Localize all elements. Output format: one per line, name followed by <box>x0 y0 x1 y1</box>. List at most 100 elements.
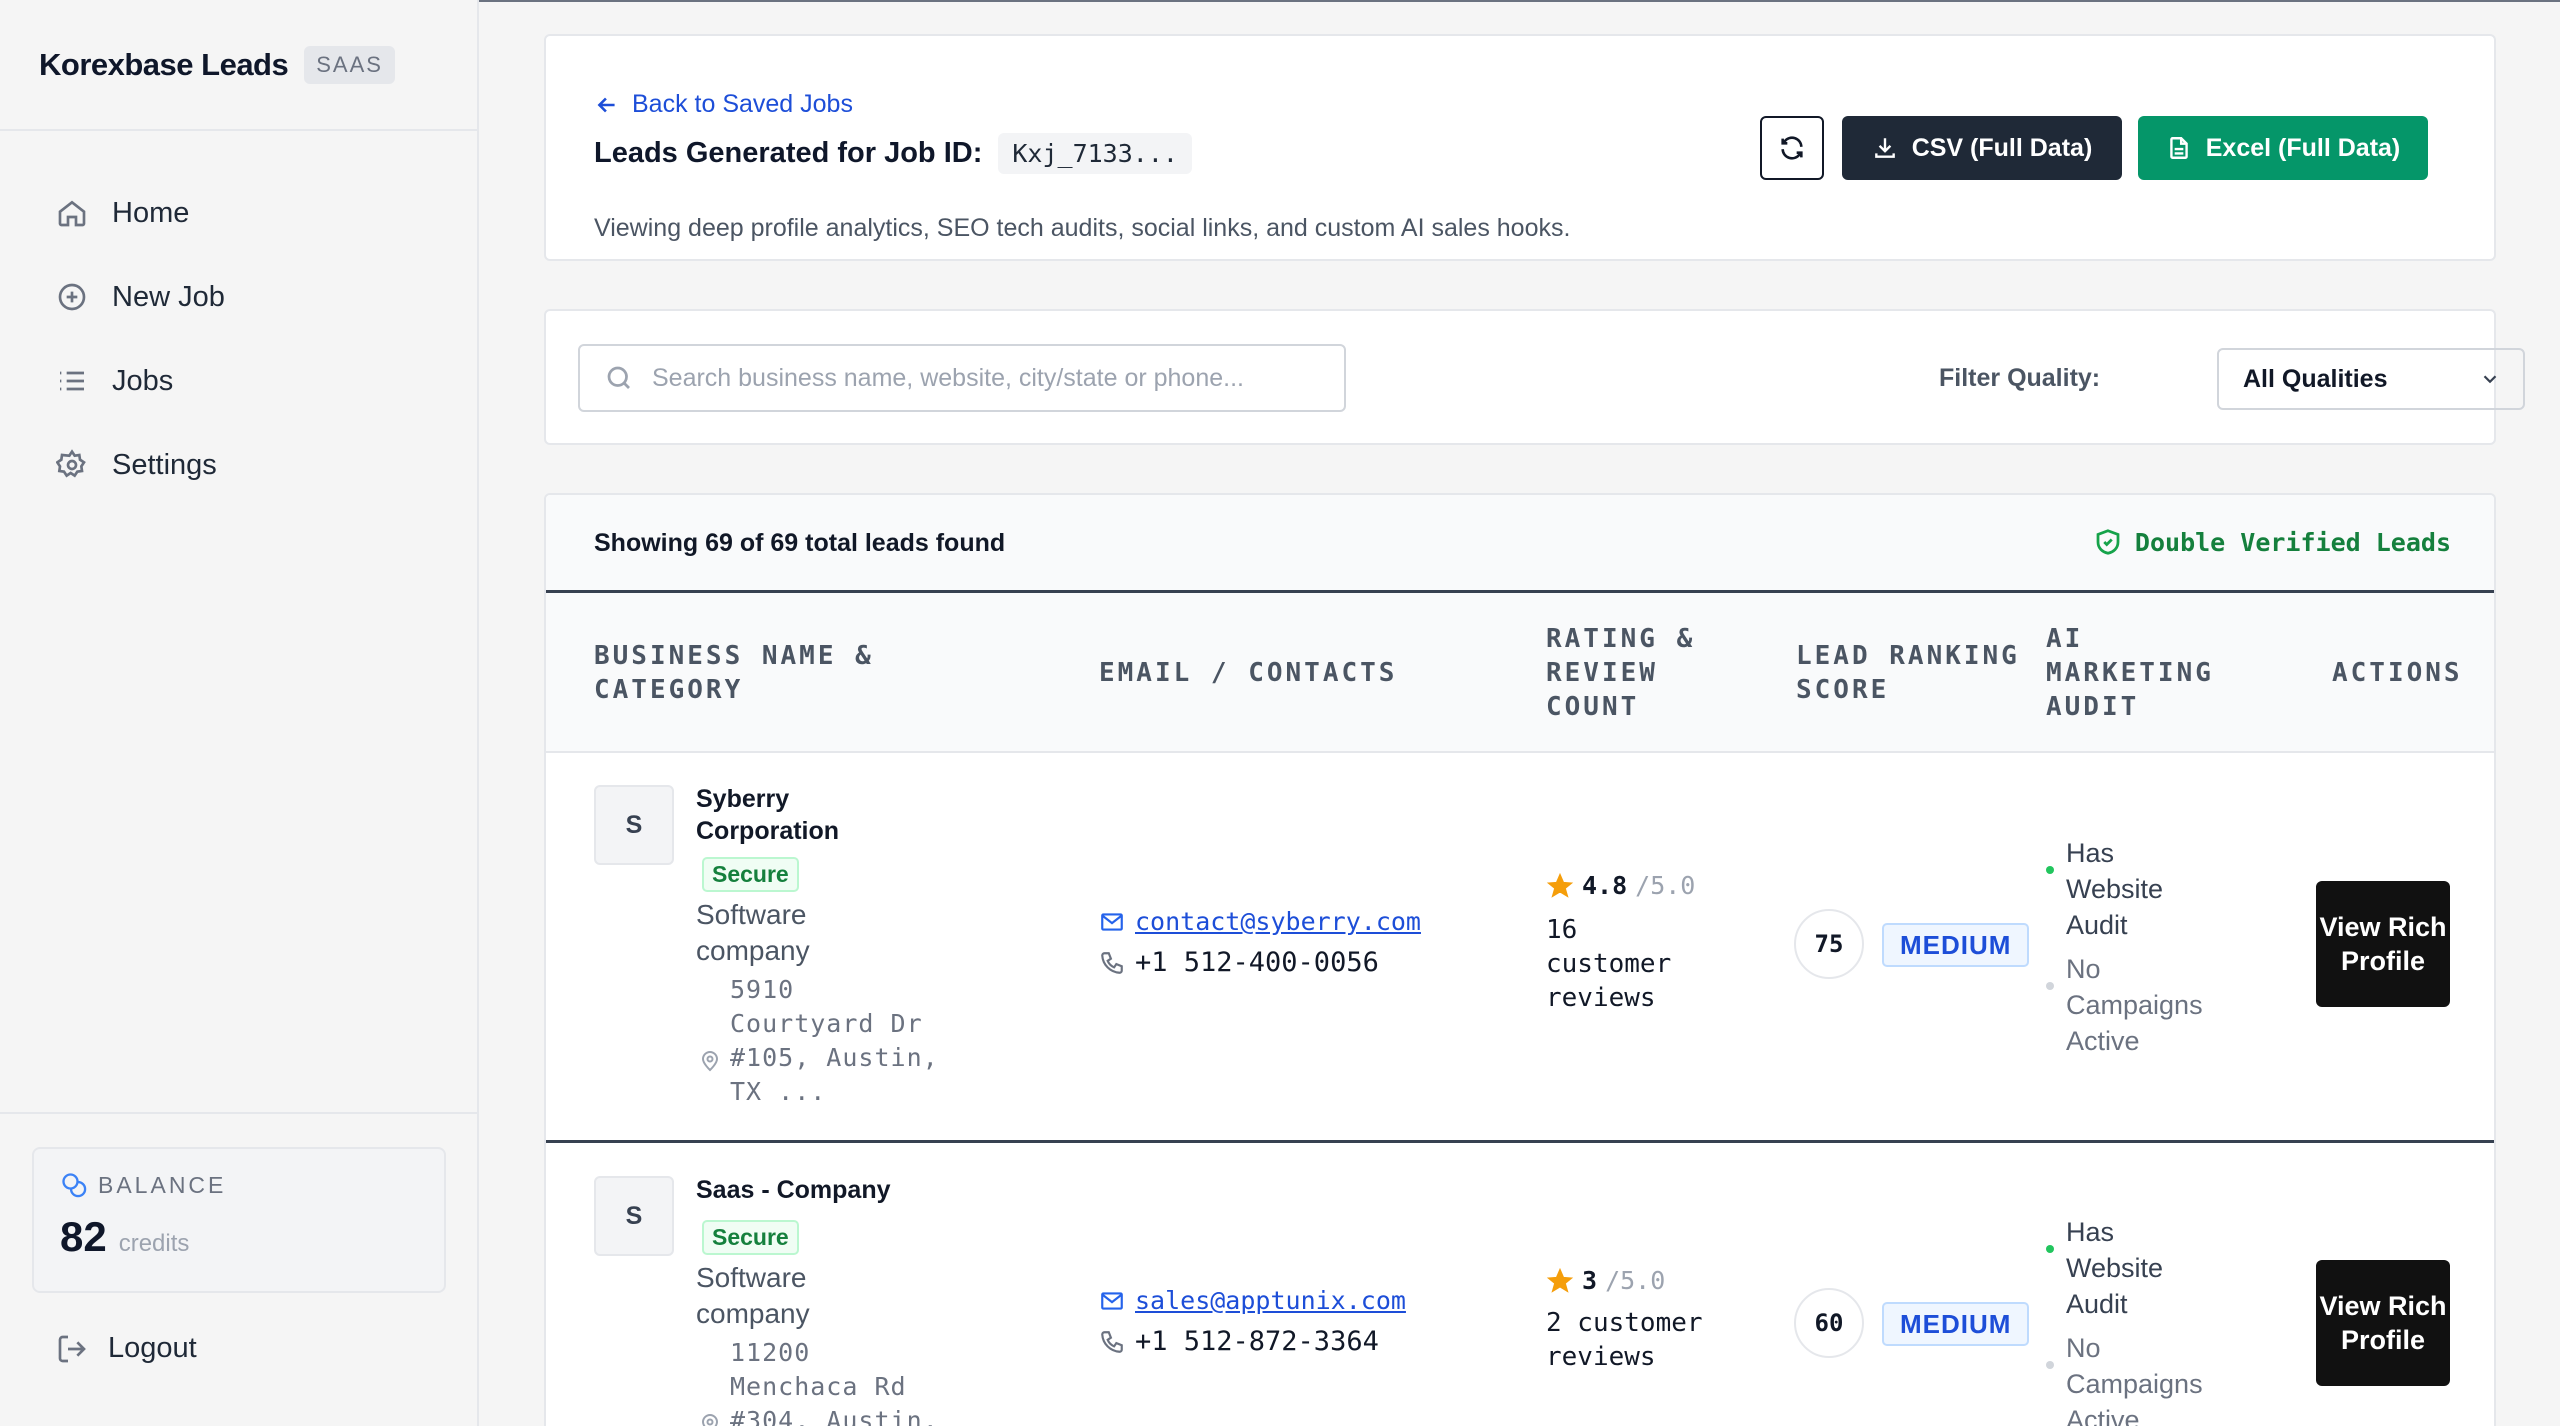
business-name: Saas - Company <box>696 1176 891 1204</box>
column-header-rating[interactable]: Rating & Review Count <box>1546 622 1706 724</box>
rank-badge: MEDIUM <box>1882 923 2030 967</box>
coins-icon <box>62 1173 87 1198</box>
avatar: S <box>594 785 674 865</box>
results-count: Showing 69 of 69 total leads found <box>594 529 1006 557</box>
rating-max: /5.0 <box>1635 871 1696 900</box>
lead-score: 75 <box>1794 909 1864 979</box>
star-icon <box>1546 1267 1574 1293</box>
sidebar-item-label: Home <box>112 196 190 229</box>
balance-label-row: BALANCE <box>60 1171 418 1199</box>
sidebar-item-new-job[interactable]: New Job <box>0 255 477 339</box>
search-icon <box>607 366 630 389</box>
refresh-button[interactable] <box>1760 116 1824 180</box>
sidebar-item-jobs[interactable]: Jobs <box>0 339 477 423</box>
quality-select-value: All Qualities <box>2243 364 2388 393</box>
logout-icon <box>58 1335 86 1362</box>
sidebar-item-home[interactable]: Home <box>0 171 477 255</box>
sidebar-footer: BALANCE 82 credits Logout <box>0 1112 477 1426</box>
logout-button[interactable]: Logout <box>56 1332 197 1365</box>
star-icon <box>1546 872 1574 898</box>
status-dot <box>2046 1361 2054 1369</box>
mail-icon <box>1101 912 1123 931</box>
avatar: S <box>594 1176 674 1256</box>
email-text: contact@syberry.com <box>1135 907 1421 936</box>
email-link[interactable]: sales@apptunix.com <box>1099 1286 1406 1315</box>
verified-label: Double Verified Leads <box>2134 527 2451 557</box>
sidebar-item-label: Settings <box>112 448 217 481</box>
audit-has-website: Has Website Audit <box>2046 1214 2216 1322</box>
sidebar-item-label: New Job <box>112 280 225 313</box>
balance-amount: 82 <box>60 1213 107 1260</box>
quality-select[interactable]: All Qualities <box>2217 348 2525 410</box>
sidebar-nav: Home New Job Jobs Settings <box>0 131 477 507</box>
status-dot <box>2046 982 2054 990</box>
column-header-actions: Actions <box>2332 658 2463 688</box>
business-name: Syberry Corporation <box>696 785 840 845</box>
review-count: 16 customer reviews <box>1546 915 1672 1013</box>
review-count: 2 customer reviews <box>1546 1308 1703 1372</box>
leads-table-card: Showing 69 of 69 total leads found Doubl… <box>544 493 2496 1426</box>
sidebar: Korexbase Leads SAAS Home New Job Jobs S… <box>0 0 479 1426</box>
plus-circle-icon <box>58 283 86 311</box>
refresh-icon <box>1781 136 1803 160</box>
search-box[interactable] <box>578 344 1346 412</box>
audit-no-campaigns: No Campaigns Active <box>2046 951 2216 1059</box>
excel-export-button[interactable]: Excel (Full Data) <box>2138 116 2428 180</box>
balance-unit: credits <box>118 1230 190 1257</box>
brand-title: Korexbase Leads <box>39 46 289 82</box>
table-row: S Syberry Corporation Secure Software co… <box>546 753 2494 1143</box>
status-dot <box>2046 866 2054 874</box>
sidebar-item-label: Jobs <box>112 364 174 397</box>
column-header-score[interactable]: Lead Ranking Score <box>1796 639 2036 707</box>
audit-has-text: Has Website Audit <box>2066 1217 2164 1319</box>
phone-icon <box>1101 951 1123 974</box>
sidebar-item-settings[interactable]: Settings <box>0 423 477 507</box>
marketing-audit: Has Website Audit No Campaigns Active <box>2046 1214 2216 1426</box>
rating: 4.8 /5.0 <box>1546 871 1695 900</box>
balance-value-row: 82 credits <box>60 1213 418 1261</box>
csv-export-button[interactable]: CSV (Full Data) <box>1842 116 2122 180</box>
audit-has-text: Has Website Audit <box>2066 838 2164 940</box>
job-header-card: Back to Saved Jobs Leads Generated for J… <box>544 34 2496 261</box>
rating-max: /5.0 <box>1605 1266 1666 1295</box>
lead-score: 60 <box>1794 1288 1864 1358</box>
brand: Korexbase Leads SAAS <box>0 0 477 131</box>
excel-export-label: Excel (Full Data) <box>2205 133 2401 162</box>
shield-check-icon <box>2096 529 2120 555</box>
download-icon <box>1874 138 1895 158</box>
home-icon <box>58 200 86 227</box>
column-header-audit[interactable]: AI Marketing Audit <box>2046 622 2216 724</box>
secure-badge: Secure <box>702 1220 799 1255</box>
gear-icon <box>56 449 86 478</box>
job-id-badge: Kxj_7133... <box>998 133 1192 174</box>
phone-text: +1 512-872-3364 <box>1135 1326 1379 1357</box>
view-rich-profile-button[interactable]: View Rich Profile <box>2316 881 2450 1007</box>
business-category: Software company <box>696 899 810 966</box>
balance-card: BALANCE 82 credits <box>32 1147 446 1293</box>
arrow-left-icon <box>597 97 615 112</box>
mail-icon <box>1101 1291 1123 1310</box>
phone-number: +1 512-872-3364 <box>1099 1326 1379 1357</box>
column-header-contacts[interactable]: Email / Contacts <box>1099 656 1419 690</box>
back-link[interactable]: Back to Saved Jobs <box>594 90 853 119</box>
email-link[interactable]: contact@syberry.com <box>1099 907 1421 936</box>
audit-has-website: Has Website Audit <box>2046 835 2216 943</box>
balance-label: BALANCE <box>98 1171 227 1198</box>
status-dot <box>2046 1245 2054 1253</box>
filter-card: Filter Quality: All Qualities <box>544 309 2525 445</box>
audit-no-text: No Campaigns Active <box>2066 1333 2203 1426</box>
column-header-business[interactable]: Business Name & Category <box>594 639 894 707</box>
rating: 3 /5.0 <box>1546 1266 1665 1295</box>
secure-badge: Secure <box>702 857 799 892</box>
main-content: Back to Saved Jobs Leads Generated for J… <box>479 0 2560 1426</box>
address-text: 5910 Courtyard Dr #105, Austin, TX ... <box>730 975 939 1106</box>
map-pin-icon <box>701 1051 719 1072</box>
address-text: 11200 Menchaca Rd #304, Austin, ... <box>730 1338 939 1426</box>
view-rich-profile-button[interactable]: View Rich Profile <box>2316 1260 2450 1386</box>
top-divider <box>479 0 2560 2</box>
csv-export-label: CSV (Full Data) <box>1911 133 2093 162</box>
phone-number: +1 512-400-0056 <box>1099 947 1379 978</box>
search-input[interactable] <box>652 363 1332 393</box>
job-title-row: Leads Generated for Job ID: Kxj_7133... <box>594 133 1192 174</box>
map-pin-icon <box>701 1414 719 1426</box>
